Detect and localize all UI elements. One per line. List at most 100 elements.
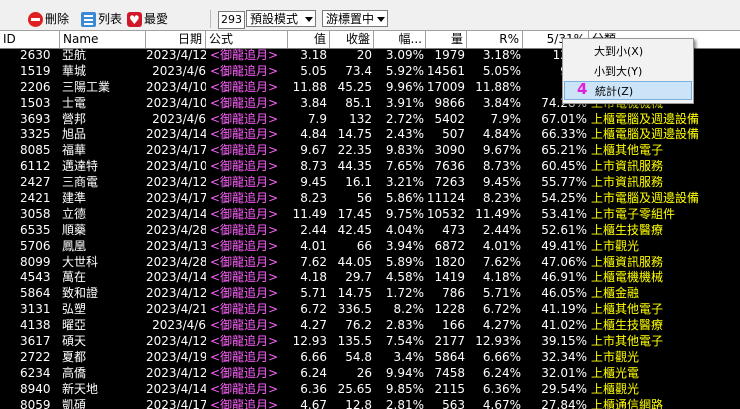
cell-id: 1503 (20, 95, 50, 110)
table-row[interactable]: 2722 夏都 2023/4/19 <御龍追月> 6.66 54.8 3.4% 5864 6.6… (0, 350, 740, 366)
cell-date: 2023/4/14 (146, 270, 206, 285)
cell-cat: 上櫃生技醫療 (591, 318, 664, 333)
cell-name: 亞航 (62, 48, 87, 62)
cell-name: 致和證 (62, 286, 99, 301)
cell-close: 20 (356, 48, 372, 62)
cell-r: 2.44% (482, 222, 521, 237)
cell-formula: <御龍追月> (210, 397, 279, 409)
cell-val: 9.45 (300, 175, 327, 190)
header-r-pct[interactable]: R% (467, 31, 523, 48)
header-formula[interactable]: 公式 (206, 31, 288, 48)
header-change[interactable]: 幅... (374, 31, 426, 48)
list-button[interactable]: 列表 (81, 9, 122, 29)
cell-pct: 2.72% (385, 111, 424, 126)
cell-id: 3617 (20, 334, 50, 349)
cell-p531: 52.61% (541, 222, 587, 237)
cell-r: 11.49% (475, 206, 521, 221)
table-row[interactable]: 4138 曜亞 2023/4/6 <御龍追月> 4.27 76.2 2.83% 166 4.27… (0, 318, 740, 334)
cell-close: 16.1 (345, 175, 372, 190)
cell-p531: 41.19% (541, 302, 587, 317)
header-name[interactable]: Name (60, 31, 146, 48)
cell-vol: 1820 (434, 254, 465, 269)
cell-formula: <御龍追月> (210, 365, 279, 380)
cell-val: 3.84 (300, 95, 327, 110)
cell-vol: 1419 (434, 270, 465, 285)
cell-vol: 7458 (434, 365, 465, 380)
header-close[interactable]: 收盤 (330, 31, 374, 48)
cell-close: 56 (356, 191, 372, 206)
table-row[interactable]: 3058 立德 2023/4/14 <御龍追月> 11.49 17.45 9.75% 1053… (0, 207, 740, 223)
cell-pct: 7.54% (385, 334, 424, 349)
table-row[interactable]: 8940 新天地 2023/4/14 <御龍追月> 6.36 25.65 9.85% 2115… (0, 382, 740, 398)
favorite-button[interactable]: 最愛 (127, 9, 168, 30)
table-row[interactable]: 2427 三商電 2023/4/12 <御龍追月> 9.45 16.1 3.21% 7263 9… (0, 175, 740, 191)
cell-r: 12.93% (475, 334, 521, 349)
cell-vol: 473 (442, 222, 465, 237)
cell-close: 12.8 (345, 397, 372, 409)
menu-item-statistics[interactable]: 4 統計(Z) (564, 80, 692, 100)
cell-p531: 32.34% (541, 349, 587, 364)
cell-pct: 3.91% (385, 95, 424, 110)
cell-vol: 1228 (434, 302, 465, 317)
delete-button[interactable]: 刪除 (28, 9, 69, 29)
cell-r: 4.67% (482, 397, 521, 409)
cell-id: 2206 (20, 79, 50, 94)
cell-cat: 上市資訊服務 (591, 175, 664, 190)
cell-pct: 3.09% (385, 48, 424, 62)
cell-p531: 66.33% (541, 127, 587, 142)
cell-close: 73.4 (345, 63, 372, 78)
cell-cat: 上櫃其他電子 (591, 302, 664, 317)
cell-name: 福華 (62, 143, 87, 158)
header-id[interactable]: ID (0, 31, 60, 48)
table-row[interactable]: 3131 弘塑 2023/4/21 <御龍追月> 6.72 336.5 8.2% 1228 6.… (0, 302, 740, 318)
table-row[interactable]: 3325 旭品 2023/4/14 <御龍追月> 4.84 14.75 2.43% 507 4.… (0, 127, 740, 143)
menu-item-sort-desc[interactable]: 大到小(X) (564, 42, 692, 61)
cell-formula: <御龍追月> (210, 111, 279, 126)
cell-id: 2421 (20, 191, 50, 206)
table-row[interactable]: 8085 福華 2023/4/17 <御龍追月> 9.67 22.35 9.83% 3090 9… (0, 143, 740, 159)
table-row[interactable]: 6234 高僑 2023/4/12 <御龍追月> 6.24 26 9.94% 7458 6.24… (0, 366, 740, 382)
table-row[interactable]: 8059 凱碩 2023/4/17 <御龍追月> 4.67 12.8 2.81% 563 4.6… (0, 398, 740, 409)
table-row[interactable]: 5864 致和證 2023/4/12 <御龍追月> 5.71 14.75 1.72% 786 5… (0, 286, 740, 302)
cell-vol: 6872 (434, 238, 465, 253)
cell-date: 2023/4/17 (146, 397, 206, 409)
cell-cat: 上櫃資訊服務 (591, 254, 664, 269)
cell-close: 17.45 (337, 206, 372, 221)
cell-vol: 5402 (434, 111, 465, 126)
table-row[interactable]: 8099 大世科 2023/4/28 <御龍追月> 7.62 44.05 5.89% 1820… (0, 255, 740, 271)
chevron-down-icon (302, 11, 315, 26)
cell-pct: 5.92% (385, 63, 424, 78)
table-row[interactable]: 2421 建準 2023/4/17 <御龍追月> 8.23 56 5.86% 11124 8.2… (0, 191, 740, 207)
header-date[interactable]: 日期 (146, 31, 206, 48)
table-row[interactable]: 3617 碩天 2023/4/12 <御龍追月> 12.93 135.5 7.54% 2177… (0, 334, 740, 350)
cell-close: 135.5 (337, 334, 372, 349)
cell-vol: 9866 (434, 95, 465, 110)
cell-cat: 上櫃金融 (591, 286, 640, 301)
cell-date: 2023/4/10 (146, 95, 206, 110)
table-row[interactable]: 6535 順藥 2023/4/28 <御龍追月> 2.44 42.45 4.04% 473 2.… (0, 223, 740, 239)
cell-date: 2023/4/6 (152, 318, 206, 333)
table-row[interactable]: 5706 鳳凰 2023/4/13 <御龍追月> 4.01 66 3.94% 6872 4.01… (0, 239, 740, 255)
cell-id: 3131 (20, 302, 50, 317)
menu-item-sort-asc[interactable]: 小到大(Y) (564, 62, 692, 81)
cell-p531: 54.25% (541, 191, 587, 206)
cell-vol: 14561 (426, 63, 465, 78)
cell-val: 6.66 (300, 349, 327, 364)
cursor-select[interactable]: 游標置中 (322, 10, 388, 27)
header-volume[interactable]: 量 (426, 31, 467, 48)
cell-id: 8059 (20, 397, 50, 409)
cell-name: 鳳凰 (62, 238, 87, 253)
cell-r: 8.23% (482, 191, 521, 206)
header-value[interactable]: 值 (288, 31, 330, 48)
table-row[interactable]: 4543 萬在 2023/4/14 <御龍追月> 4.18 29.7 4.58% 1419 4.… (0, 270, 740, 286)
format-select[interactable]: 預設模式 (246, 10, 316, 27)
cell-formula: <御龍追月> (210, 238, 279, 253)
cell-r: 8.73% (482, 159, 521, 174)
table-row[interactable]: 6112 邁達特 2023/4/10 <御龍追月> 8.73 44.35 7.65% 7636… (0, 159, 740, 175)
cell-formula: <御龍追月> (210, 302, 279, 317)
toolbar-separator (210, 10, 211, 28)
table-row[interactable]: 3693 營邦 2023/4/6 <御龍追月> 7.9 132 2.72% 5402 7.9% 6… (0, 112, 740, 128)
cell-cat: 上櫃電腦及週邊設備 (591, 127, 700, 142)
sort-context-menu: 大到小(X) 小到大(Y) 4 統計(Z) (562, 38, 694, 104)
cell-date: 2023/4/19 (146, 349, 206, 364)
